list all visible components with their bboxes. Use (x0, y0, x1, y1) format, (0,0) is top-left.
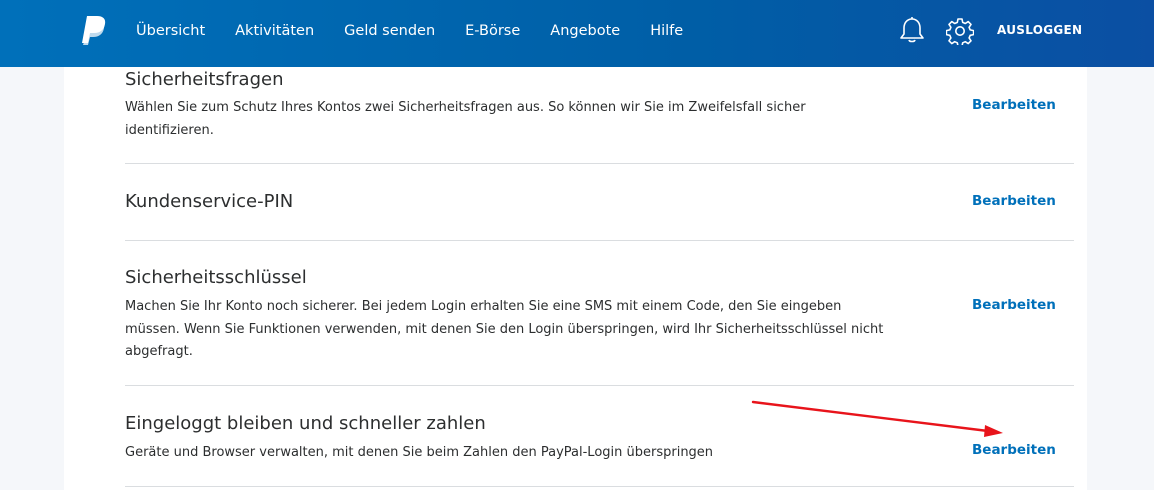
edit-kundenservice-pin-link[interactable]: Bearbeiten (972, 193, 1056, 209)
paypal-logo[interactable] (80, 14, 110, 46)
section-title: Kundenservice-PIN (125, 191, 294, 212)
nav-geld-senden[interactable]: Geld senden (344, 23, 435, 39)
nav-aktivitaeten[interactable]: Aktivitäten (235, 23, 314, 39)
nav-e-boerse[interactable]: E-Börse (465, 23, 520, 39)
edit-eingeloggt-bleiben-link[interactable]: Bearbeiten (972, 442, 1056, 458)
top-navigation-bar: Übersicht Aktivitäten Geld senden E-Börs… (0, 0, 1154, 67)
description-line: Geräte und Browser verwalten, mit denen … (125, 445, 714, 460)
section-title: Sicherheitsschlüssel (125, 267, 307, 288)
section-sicherheitsfragen: Sicherheitsfragen Wählen Sie zum Schutz … (125, 67, 1074, 163)
edit-sicherheitsfragen-link[interactable]: Bearbeiten (972, 97, 1056, 113)
edit-sicherheitsschluessel-link[interactable]: Bearbeiten (972, 297, 1056, 313)
section-title: Eingeloggt bleiben und schneller zahlen (125, 413, 486, 434)
section-description: Machen Sie Ihr Konto noch sicherer. Bei … (125, 296, 915, 364)
description-line: identifizieren. (125, 122, 214, 138)
description-line: abgefragt. (125, 344, 193, 359)
section-divider (125, 486, 1074, 487)
gear-icon[interactable] (946, 17, 974, 45)
security-settings-card: Sicherheitsfragen Wählen Sie zum Schutz … (64, 67, 1087, 490)
description-line: Machen Sie Ihr Konto noch sicherer. Bei … (125, 299, 842, 314)
section-description: Wählen Sie zum Schutz Ihres Kontos zwei … (125, 97, 915, 142)
section-title: Sicherheitsfragen (125, 69, 284, 90)
section-description: Geräte und Browser verwalten, mit denen … (125, 442, 915, 465)
description-line: müssen. Wenn Sie Funktionen verwenden, m… (125, 321, 884, 337)
section-kundenservice-pin: Kundenservice-PIN Bearbeiten (125, 164, 1074, 240)
description-line: Wählen Sie zum Schutz Ihres Kontos zwei … (125, 100, 806, 115)
section-sicherheitsschluessel: Sicherheitsschlüssel Machen Sie Ihr Kont… (125, 241, 1074, 385)
logout-button[interactable]: AUSLOGGEN (997, 23, 1082, 37)
nav-hilfe[interactable]: Hilfe (650, 23, 683, 39)
nav-angebote[interactable]: Angebote (550, 23, 620, 39)
nav-uebersicht[interactable]: Übersicht (136, 23, 205, 39)
section-eingeloggt-bleiben: Eingeloggt bleiben und schneller zahlen … (125, 386, 1074, 486)
bell-icon[interactable] (899, 16, 925, 44)
main-nav: Übersicht Aktivitäten Geld senden E-Börs… (136, 0, 713, 62)
